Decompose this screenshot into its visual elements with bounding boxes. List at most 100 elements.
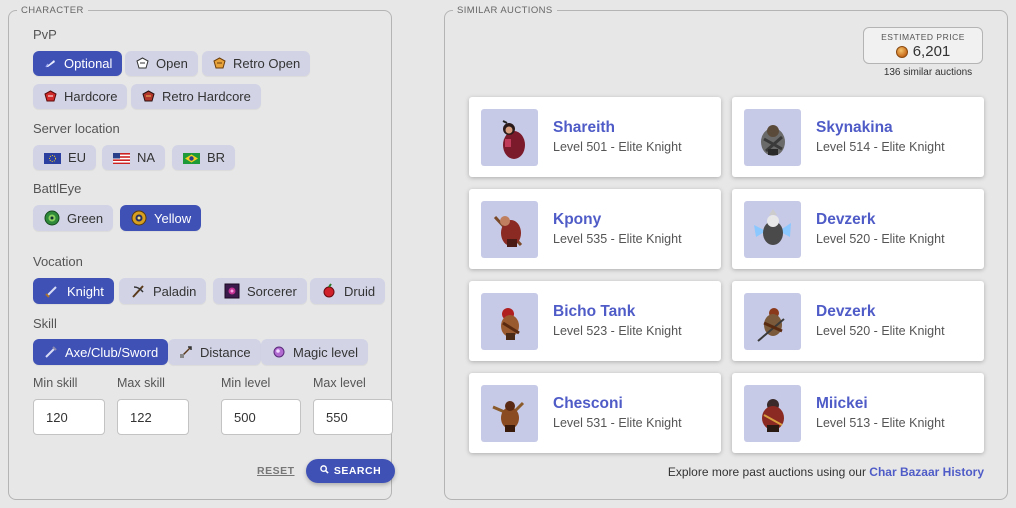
character-level: Level 514 - Elite Knight <box>816 140 945 154</box>
chip-label: Optional <box>64 56 113 71</box>
character-level: Level 520 - Elite Knight <box>816 232 945 246</box>
skill-distance-chip[interactable]: Distance <box>168 339 261 365</box>
vocation-knight-chip[interactable]: Knight <box>33 278 114 304</box>
chip-label: Open <box>156 56 188 71</box>
similar-auctions-count: 136 similar auctions <box>883 67 973 78</box>
auction-card[interactable]: Devzerk Level 520 - Elite Knight <box>732 281 984 361</box>
chip-label: Retro Hardcore <box>162 89 251 104</box>
melee-skill-icon <box>44 345 58 359</box>
chip-label: Green <box>67 210 104 226</box>
location-na-chip[interactable]: NA <box>102 145 166 170</box>
reset-button[interactable]: RESET <box>257 465 295 477</box>
character-outfit-icon <box>744 293 801 350</box>
sword-icon <box>44 283 60 299</box>
chip-label: Paladin <box>153 283 197 299</box>
auction-card[interactable]: Miickei Level 513 - Elite Knight <box>732 373 984 453</box>
character-name: Devzerk <box>816 211 876 228</box>
character-outfit-icon <box>481 293 538 350</box>
explore-footer: Explore more past auctions using our Cha… <box>600 465 984 479</box>
character-outfit-icon <box>744 109 801 166</box>
search-label: SEARCH <box>333 465 382 477</box>
retro-open-pvp-icon <box>213 57 226 70</box>
yellow-battleye-icon <box>131 210 147 226</box>
character-outfit-icon <box>744 201 801 258</box>
chip-label: Magic level <box>293 344 359 360</box>
character-name: Miickei <box>816 395 868 412</box>
pvp-label: PvP <box>33 27 57 42</box>
min-level-input[interactable] <box>221 399 301 435</box>
character-name: Chesconi <box>553 395 623 412</box>
pvp-optional-chip[interactable]: Optional <box>33 51 123 76</box>
chip-label: EU <box>68 150 87 165</box>
magic-skill-icon <box>272 345 286 359</box>
tibia-coin-icon <box>895 45 908 58</box>
battleye-yellow-chip[interactable]: Yellow <box>120 205 202 231</box>
character-name: Kpony <box>553 211 602 228</box>
min-skill-label: Min skill <box>33 376 78 390</box>
chip-label: Druid <box>344 283 376 299</box>
max-skill-label: Max skill <box>117 376 165 390</box>
explore-text: Explore more past auctions using our <box>667 465 870 479</box>
character-name: Skynakina <box>816 119 893 136</box>
distance-skill-icon <box>179 345 193 359</box>
auction-card[interactable]: Devzerk Level 520 - Elite Knight <box>732 189 984 269</box>
min-skill-input[interactable] <box>33 399 105 435</box>
character-name: Devzerk <box>816 303 876 320</box>
chip-label: Distance <box>200 344 251 360</box>
auction-card[interactable]: Bicho Tank Level 523 - Elite Knight <box>469 281 721 361</box>
vocation-druid-chip[interactable]: Druid <box>310 278 386 304</box>
max-level-label: Max level <box>313 376 366 390</box>
pvp-hardcore-chip[interactable]: Hardcore <box>33 84 128 109</box>
auction-card[interactable]: Chesconi Level 531 - Elite Knight <box>469 373 721 453</box>
max-skill-input[interactable] <box>117 399 189 435</box>
estimated-price-value: 6,201 <box>912 43 951 60</box>
char-bazaar-history-link[interactable]: Char Bazaar History <box>869 465 984 479</box>
auction-card[interactable]: Kpony Level 535 - Elite Knight <box>469 189 721 269</box>
vocation-paladin-chip[interactable]: Paladin <box>119 278 207 304</box>
battleye-green-chip[interactable]: Green <box>33 205 114 231</box>
green-battleye-icon <box>44 210 60 226</box>
search-icon <box>320 465 329 477</box>
estimated-price-caption: ESTIMATED PRICE <box>881 32 965 42</box>
open-pvp-icon <box>136 57 149 70</box>
character-name: Bicho Tank <box>553 303 636 320</box>
max-level-input[interactable] <box>313 399 393 435</box>
character-level: Level 501 - Elite Knight <box>553 140 682 154</box>
retro-hardcore-pvp-icon <box>142 90 155 103</box>
character-level: Level 535 - Elite Knight <box>553 232 682 246</box>
estimated-price-box: ESTIMATED PRICE 6,201 <box>863 27 983 64</box>
chip-label: Retro Open <box>233 56 301 71</box>
us-flag-icon <box>113 152 130 164</box>
chip-label: Axe/Club/Sword <box>65 344 159 360</box>
chip-label: Yellow <box>154 210 192 226</box>
auction-card[interactable]: Shareith Level 501 - Elite Knight <box>469 97 721 177</box>
character-level: Level 520 - Elite Knight <box>816 324 945 338</box>
pvp-open-chip[interactable]: Open <box>125 51 198 76</box>
chip-label: Hardcore <box>64 89 118 104</box>
vocation-label: Vocation <box>33 254 83 269</box>
optional-pvp-icon <box>44 57 57 70</box>
skill-magic-chip[interactable]: Magic level <box>261 339 369 365</box>
chip-label: BR <box>207 150 226 165</box>
location-br-chip[interactable]: BR <box>172 145 236 170</box>
vocation-sorcerer-chip[interactable]: Sorcerer <box>213 278 307 304</box>
pvp-retro-hardcore-chip[interactable]: Retro Hardcore <box>131 84 261 109</box>
character-outfit-icon <box>744 385 801 442</box>
battleye-label: BattlEye <box>33 181 82 196</box>
character-level: Level 513 - Elite Knight <box>816 416 945 430</box>
chip-label: Knight <box>67 283 104 299</box>
pvp-retro-open-chip[interactable]: Retro Open <box>202 51 311 76</box>
crossbow-icon <box>130 283 146 299</box>
search-button[interactable]: SEARCH <box>306 459 395 483</box>
character-outfit-icon <box>481 201 538 258</box>
auction-card[interactable]: Skynakina Level 514 - Elite Knight <box>732 97 984 177</box>
server-location-label: Server location <box>33 121 120 136</box>
character-level: Level 523 - Elite Knight <box>553 324 682 338</box>
skill-melee-chip[interactable]: Axe/Club/Sword <box>33 339 169 365</box>
similar-auctions-legend: SIMILAR AUCTIONS <box>457 5 553 16</box>
location-eu-chip[interactable]: EU <box>33 145 97 170</box>
brazil-flag-icon <box>183 152 200 164</box>
hardcore-pvp-icon <box>44 90 57 103</box>
character-level: Level 531 - Elite Knight <box>553 416 682 430</box>
chip-label: Sorcerer <box>247 283 297 299</box>
